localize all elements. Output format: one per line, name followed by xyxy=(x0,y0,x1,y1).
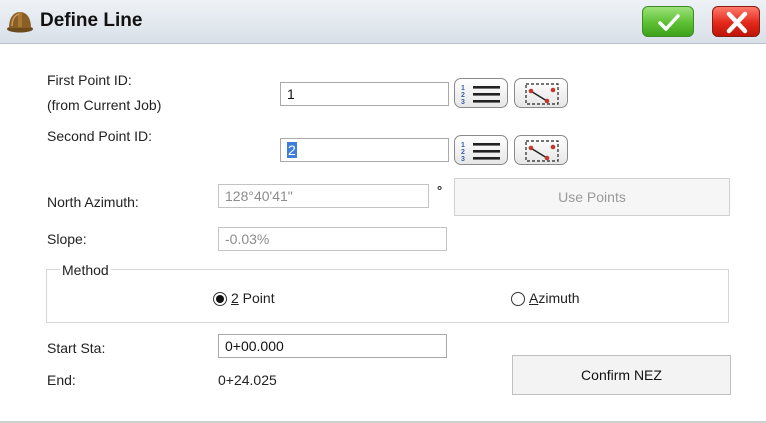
radio-azimuth-label: Azimuth xyxy=(529,290,580,306)
method-group xyxy=(46,269,729,323)
svg-text:3: 3 xyxy=(461,156,465,163)
second-point-value: 2 xyxy=(287,142,297,158)
end-value: 0+24.025 xyxy=(218,372,277,388)
start-sta-label: Start Sta: xyxy=(47,340,106,356)
svg-text:2: 2 xyxy=(461,92,465,99)
second-point-list-button[interactable]: 1 2 3 xyxy=(454,135,508,165)
radio-2-point-label: 2 Point xyxy=(231,290,275,306)
first-point-sublabel: (from Current Job) xyxy=(47,97,162,113)
use-points-button[interactable]: Use Points xyxy=(454,178,730,216)
list-icon: 1 2 3 xyxy=(461,142,500,163)
radio-azimuth-indicator[interactable] xyxy=(511,292,525,306)
close-button[interactable] xyxy=(712,6,760,37)
hardhat-icon xyxy=(6,8,34,34)
radio-azimuth[interactable]: Azimuth xyxy=(511,290,601,308)
slope-label: Slope: xyxy=(47,231,87,247)
method-label: Method xyxy=(60,262,111,278)
first-point-label: First Point ID: xyxy=(47,72,132,88)
radio-2-point[interactable]: 2 Point xyxy=(213,290,303,308)
second-point-map-button[interactable] xyxy=(514,135,568,165)
first-point-input[interactable]: 1 xyxy=(280,82,449,106)
list-icon: 1 2 3 xyxy=(461,85,500,106)
svg-text:1: 1 xyxy=(461,85,465,92)
confirm-nez-button[interactable]: Confirm NEZ xyxy=(512,355,731,395)
svg-text:2: 2 xyxy=(461,149,465,156)
map-select-icon xyxy=(525,83,559,105)
title-bar: Define Line xyxy=(0,0,766,44)
start-sta-input[interactable]: 0+00.000 xyxy=(218,334,447,358)
north-azimuth-field: 128°40'41" xyxy=(218,184,429,208)
map-select-icon xyxy=(525,140,559,162)
x-icon xyxy=(726,11,748,34)
window-title: Define Line xyxy=(40,10,143,31)
second-point-label: Second Point ID: xyxy=(47,128,153,144)
check-icon xyxy=(658,14,680,31)
end-label: End: xyxy=(47,372,76,388)
slope-field: -0.03% xyxy=(218,227,447,251)
ok-button[interactable] xyxy=(642,6,694,37)
north-azimuth-label: North Azimuth: xyxy=(47,194,139,210)
degree-symbol: ° xyxy=(437,183,443,198)
svg-text:1: 1 xyxy=(461,142,465,149)
svg-text:3: 3 xyxy=(461,99,465,106)
first-point-map-button[interactable] xyxy=(514,78,568,108)
first-point-list-button[interactable]: 1 2 3 xyxy=(454,78,508,108)
second-point-input[interactable]: 2 xyxy=(280,138,449,162)
radio-2-point-indicator[interactable] xyxy=(213,292,227,306)
